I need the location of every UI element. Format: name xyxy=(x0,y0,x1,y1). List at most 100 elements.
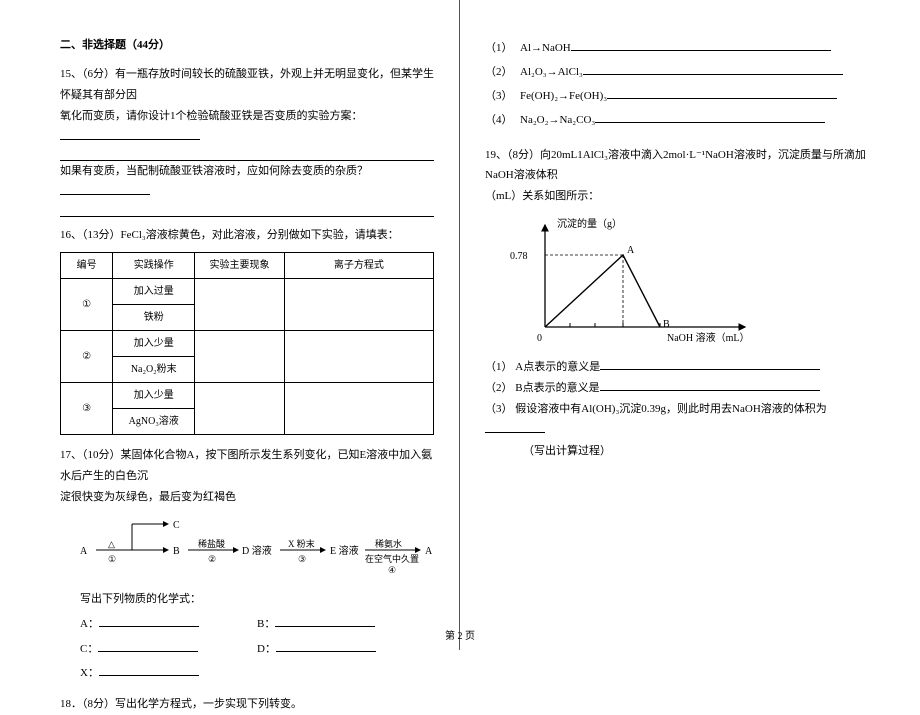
eq-chem: Fe(OH)₂→Fe(OH)₃ xyxy=(520,86,607,107)
node-D: D 溶液 xyxy=(242,542,272,561)
node-B: B xyxy=(173,542,180,561)
table-row: ③ 加入少量 xyxy=(61,383,434,409)
blank xyxy=(607,87,837,99)
q15-num: 15、 xyxy=(60,68,82,80)
q17-num: 17、 xyxy=(60,449,82,461)
question-19: 19、（8分）向20mL1AlCl₃溶液中滴入2mol·L⁻¹NaOH溶液时，沉… xyxy=(485,145,880,462)
question-17: 17、（10分）某固体化合物A，按下图所示发生系列变化，已知E溶液中加入氨水后产… xyxy=(60,445,434,684)
node-end: A xyxy=(425,542,432,561)
th-ion: 离子方程式 xyxy=(284,253,433,279)
table-row: ② 加入少量 xyxy=(61,331,434,357)
step4c: ④ xyxy=(388,562,396,579)
th-id: 编号 xyxy=(61,253,113,279)
table-row: ① 加入过量 xyxy=(61,279,434,305)
chart-svg xyxy=(505,217,765,347)
cell-op: Na₂O₂粉末 xyxy=(113,357,195,383)
q18-text: （8分）写出化学方程式，一步实现下列转变。 xyxy=(82,698,302,710)
eq-chem: Al₂O₃→AlCl₃ xyxy=(520,62,583,83)
blank xyxy=(583,63,843,75)
step2b: ② xyxy=(208,551,216,568)
label-C: C： xyxy=(80,643,98,655)
cell-op: 加入少量 xyxy=(113,331,195,357)
q19-sub1: （1） A点表示的意义是 xyxy=(485,357,880,378)
blank xyxy=(600,379,820,391)
q19-a: （8分）向20mL1AlCl₃溶液中滴入2mol·L⁻¹NaOH溶液时，沉淀质量… xyxy=(485,149,866,182)
q19-sub3b: （写出计算过程） xyxy=(523,441,880,462)
eq-row: （2） Al₂O₃→AlCl₃ xyxy=(485,62,880,83)
blank xyxy=(60,149,434,161)
eq-lbl: （4） xyxy=(485,110,520,131)
cell-op: 铁粉 xyxy=(113,305,195,331)
question-16: 16、（13分）FeCl₃溶液棕黄色，对此溶液，分别做如下实验，请填表： 编号 … xyxy=(60,225,434,435)
cell-phen xyxy=(195,331,285,383)
right-column: （1） Al→NaOH （2） Al₂O₃→AlCl₃ （3） Fe(OH)₂→… xyxy=(460,0,920,650)
xlabel: NaOH 溶液（mL） xyxy=(667,329,750,348)
origin: 0 xyxy=(537,329,542,348)
node-A: A xyxy=(80,542,87,561)
q15-a: （6分）有一瓶存放时间较长的硫酸亚铁，外观上并无明显变化，但某学生怀疑其有部分因 xyxy=(60,68,434,101)
node-C: C xyxy=(173,516,180,535)
step3b: ③ xyxy=(298,551,306,568)
blank xyxy=(571,39,831,51)
cell-ion xyxy=(284,383,433,435)
eq-chem: Na₂O₂→Na₂CO₃ xyxy=(520,110,595,131)
cell-id: ③ xyxy=(61,383,113,435)
cell-phen xyxy=(195,383,285,435)
cell-id: ① xyxy=(61,279,113,331)
ylabel: 沉淀的量（g） xyxy=(557,215,622,234)
q15-c: 如果有变质，当配制硫酸亚铁溶液时，应如何除去变质的杂质？ xyxy=(60,165,368,177)
q19-sub3: （3） 假设溶液中有Al(OH)₃沉淀0.39g，则此时用去NaOH溶液的体积为 xyxy=(485,399,880,441)
sub3-text: （3） 假设溶液中有Al(OH)₃沉淀0.39g，则此时用去NaOH溶液的体积为 xyxy=(485,403,827,415)
blank xyxy=(485,421,545,433)
cell-op: 加入过量 xyxy=(113,279,195,305)
th-op: 实践操作 xyxy=(113,253,195,279)
ytick: 0.78 xyxy=(510,247,528,266)
q17-prompt: 写出下列物质的化学式： xyxy=(80,589,434,610)
blank xyxy=(60,128,200,140)
q19-num: 19、 xyxy=(485,149,507,161)
formula-row: X： xyxy=(80,663,434,684)
blank xyxy=(99,664,199,676)
eq-lbl: （1） xyxy=(485,38,520,59)
section-title: 二、非选择题（44分） xyxy=(60,35,434,56)
q16-table: 编号 实践操作 实验主要现象 离子方程式 ① 加入过量 铁粉 ② 加入少量 Na… xyxy=(60,252,434,435)
point-A: A xyxy=(627,241,634,260)
label-X: X： xyxy=(80,667,99,679)
blank xyxy=(275,615,375,627)
eq-row: （4） Na₂O₂→Na₂CO₃ xyxy=(485,110,880,131)
cell-id: ② xyxy=(61,331,113,383)
cell-ion xyxy=(284,331,433,383)
eq-row: （1） Al→NaOH xyxy=(485,38,880,59)
blank xyxy=(60,183,150,195)
q18-num: 18． xyxy=(60,698,82,710)
eq-chem: Al→NaOH xyxy=(520,38,571,59)
sub2-text: （2） B点表示的意义是 xyxy=(485,382,600,394)
q17-b: 淀很快变为灰绿色，最后变为红褐色 xyxy=(60,491,236,503)
q16-num: 16、 xyxy=(60,229,82,241)
q16-text: （13分）FeCl₃溶液棕黄色，对此溶液，分别做如下实验，请填表： xyxy=(82,229,399,241)
table-row: 编号 实践操作 实验主要现象 离子方程式 xyxy=(61,253,434,279)
left-column: 二、非选择题（44分） 15、（6分）有一瓶存放时间较长的硫酸亚铁，外观上并无明… xyxy=(0,0,460,650)
cell-phen xyxy=(195,279,285,331)
q17-a: （10分）某固体化合物A，按下图所示发生系列变化，已知E溶液中加入氨水后产生的白… xyxy=(60,449,432,482)
flow-diagram: A △ ① C B 稀盐酸 ② D 溶液 X 粉末 ③ E 溶液 稀氨水 在空气… xyxy=(60,514,434,579)
page-footer: 第 2 页 xyxy=(0,627,920,642)
question-15: 15、（6分）有一瓶存放时间较长的硫酸亚铁，外观上并无明显变化，但某学生怀疑其有… xyxy=(60,64,434,217)
th-phen: 实验主要现象 xyxy=(195,253,285,279)
cell-ion xyxy=(284,279,433,331)
q19-b: （mL）关系如图所示： xyxy=(485,190,599,202)
cell-op: 加入少量 xyxy=(113,383,195,409)
chart: 沉淀的量（g） 0.78 A B 0 NaOH 溶液（mL） xyxy=(505,217,765,347)
eq-lbl: （3） xyxy=(485,86,520,107)
eq-lbl: （2） xyxy=(485,62,520,83)
label-D: D： xyxy=(257,643,276,655)
step1b: ① xyxy=(108,551,116,568)
blank xyxy=(595,111,825,123)
sub1-text: （1） A点表示的意义是 xyxy=(485,361,600,373)
blank xyxy=(99,615,199,627)
eq-row: （3） Fe(OH)₂→Fe(OH)₃ xyxy=(485,86,880,107)
node-E: E 溶液 xyxy=(330,542,359,561)
question-18: 18．（8分）写出化学方程式，一步实现下列转变。 xyxy=(60,694,434,715)
blank xyxy=(600,358,820,370)
q15-b: 氧化而变质，请你设计1个检验硫酸亚铁是否变质的实验方案： xyxy=(60,110,363,122)
